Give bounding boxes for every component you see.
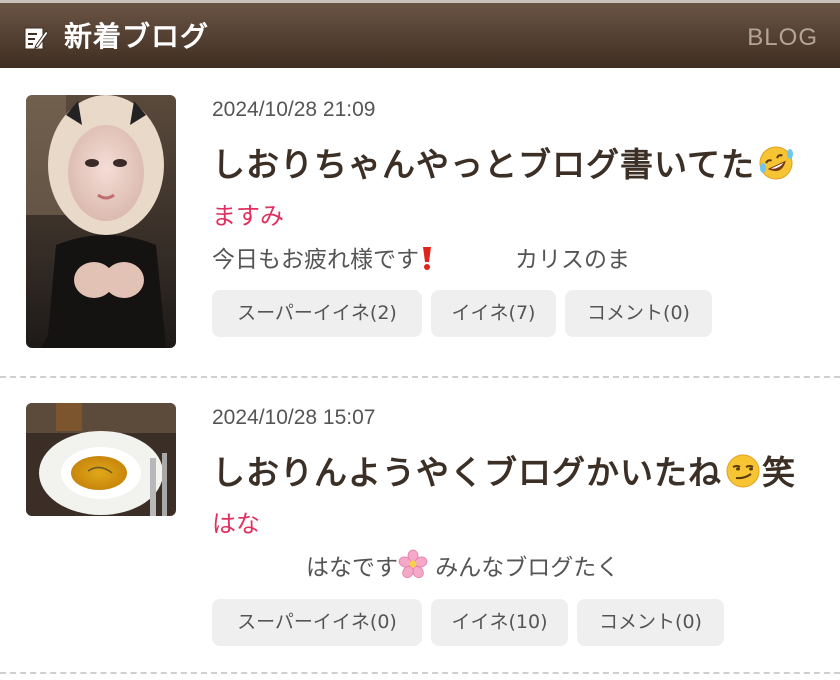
like-button[interactable]: イイネ(7) xyxy=(431,290,556,337)
excerpt-text: 今日もお疲れ様です xyxy=(212,247,419,273)
smirking-face-emoji-icon xyxy=(724,452,762,490)
post-title-text: しおりちゃんやっとブログ書いてた xyxy=(212,145,756,184)
post-title-text: しおりんようやくブログかいたね xyxy=(212,453,722,492)
post-title-suffix: 笑 xyxy=(762,453,796,492)
section-header: 新着ブログ BLOG xyxy=(0,0,840,68)
entry-divider xyxy=(0,672,840,674)
comment-button[interactable]: コメント(0) xyxy=(565,290,712,337)
post-date: 2024/10/28 15:07 xyxy=(212,406,376,429)
red-exclamation-icon xyxy=(419,245,435,277)
excerpt-text: はなです xyxy=(306,555,398,581)
post-title[interactable]: しおりんようやくブログかいたね 笑 xyxy=(212,446,796,494)
excerpt-text-2: みんなブログたく xyxy=(428,555,620,581)
blog-thumbnail[interactable] xyxy=(26,95,176,348)
post-author[interactable]: ますみ xyxy=(212,196,284,231)
super-like-button[interactable]: スーパーイイネ(0) xyxy=(212,599,422,646)
post-date: 2024/10/28 21:09 xyxy=(212,98,376,121)
super-like-button[interactable]: スーパーイイネ(2) xyxy=(212,290,422,337)
post-excerpt: 今日もお疲れ様です カリスのま xyxy=(212,240,630,277)
post-title[interactable]: しおりちゃんやっとブログ書いてた xyxy=(212,138,795,186)
cherry-blossom-icon xyxy=(398,549,428,585)
like-button[interactable]: イイネ(10) xyxy=(431,599,568,646)
section-title: 新着ブログ xyxy=(64,20,210,53)
comment-button[interactable]: コメント(0) xyxy=(577,599,724,646)
edit-note-icon xyxy=(23,25,49,51)
post-excerpt: はなです みんなブログたく xyxy=(306,548,619,585)
blog-thumbnail[interactable] xyxy=(26,403,176,516)
rolling-on-floor-laughing-emoji-icon xyxy=(757,144,795,182)
excerpt-text-2: カリスのま xyxy=(515,247,630,273)
blog-link[interactable]: BLOG xyxy=(747,21,818,55)
post-author[interactable]: はな xyxy=(212,504,260,539)
blog-entry[interactable]: 2024/10/28 15:07 しおりんようやくブログかいたね 笑 はな はな… xyxy=(0,378,840,678)
blog-entry[interactable]: 2024/10/28 21:09 しおりちゃんやっとブログ書いてた ますみ 今日… xyxy=(0,68,840,376)
